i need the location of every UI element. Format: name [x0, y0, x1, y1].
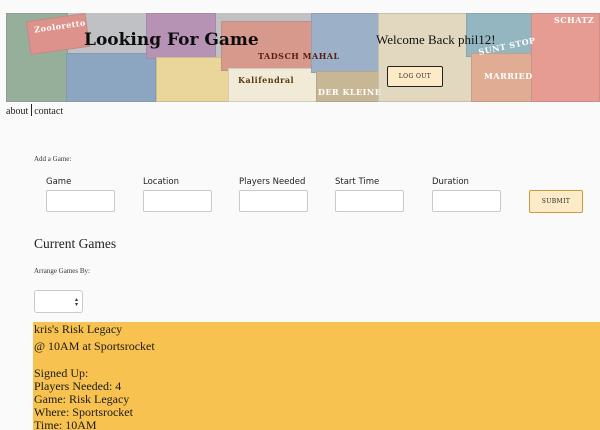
banner-box-text: Kalifendral — [238, 75, 295, 85]
current-games-heading: Current Games — [34, 236, 117, 251]
nav-link-about[interactable]: about — [6, 106, 28, 117]
banner-box-text: MARRIED — [484, 71, 533, 81]
location-field-label: Location — [143, 177, 179, 187]
site-title: Looking For Game — [84, 30, 259, 50]
game-card[interactable]: kris's Risk Legacy @ 10AM at Sportsrocke… — [33, 322, 600, 430]
duration-input[interactable] — [432, 190, 501, 212]
start-time-input[interactable] — [335, 190, 404, 212]
updown-chevron-icon: ▴ ▾ — [74, 296, 78, 308]
duration-field-label: Duration — [432, 177, 469, 187]
header-banner: Zooloretto TADSCH MAHAL Kalifendral DER … — [6, 13, 600, 102]
game-field-label: Game — [46, 177, 72, 187]
banner-box-text: SCHATZ — [554, 15, 595, 25]
top-nav: about contact — [6, 104, 63, 117]
location-input[interactable] — [143, 190, 212, 212]
game-input[interactable] — [46, 190, 115, 212]
game-card-time: Time: 10AM — [34, 418, 97, 430]
banner-box-text: DER KLEINE — [318, 87, 382, 97]
arrange-games-select[interactable]: ▴ ▾ — [34, 290, 83, 313]
welcome-message: Welcome Back phil12! — [376, 32, 496, 47]
nav-divider — [31, 104, 33, 116]
arrange-games-label: Arrange Games By: — [34, 267, 90, 275]
start-time-field-label: Start Time — [335, 177, 380, 187]
players-needed-field-label: Players Needed — [239, 177, 306, 187]
nav-link-contact[interactable]: contact — [34, 106, 63, 117]
game-card-subheading: @ 10AM at Sportsrocket — [34, 339, 155, 353]
players-needed-input[interactable] — [239, 190, 308, 212]
add-game-label: Add a Game: — [34, 155, 72, 163]
logout-button[interactable]: LOG OUT — [387, 66, 443, 87]
game-card-heading: kris's Risk Legacy — [34, 322, 123, 336]
submit-button[interactable]: SUBMIT — [529, 190, 583, 213]
banner-box-text: TADSCH MAHAL — [258, 51, 340, 61]
